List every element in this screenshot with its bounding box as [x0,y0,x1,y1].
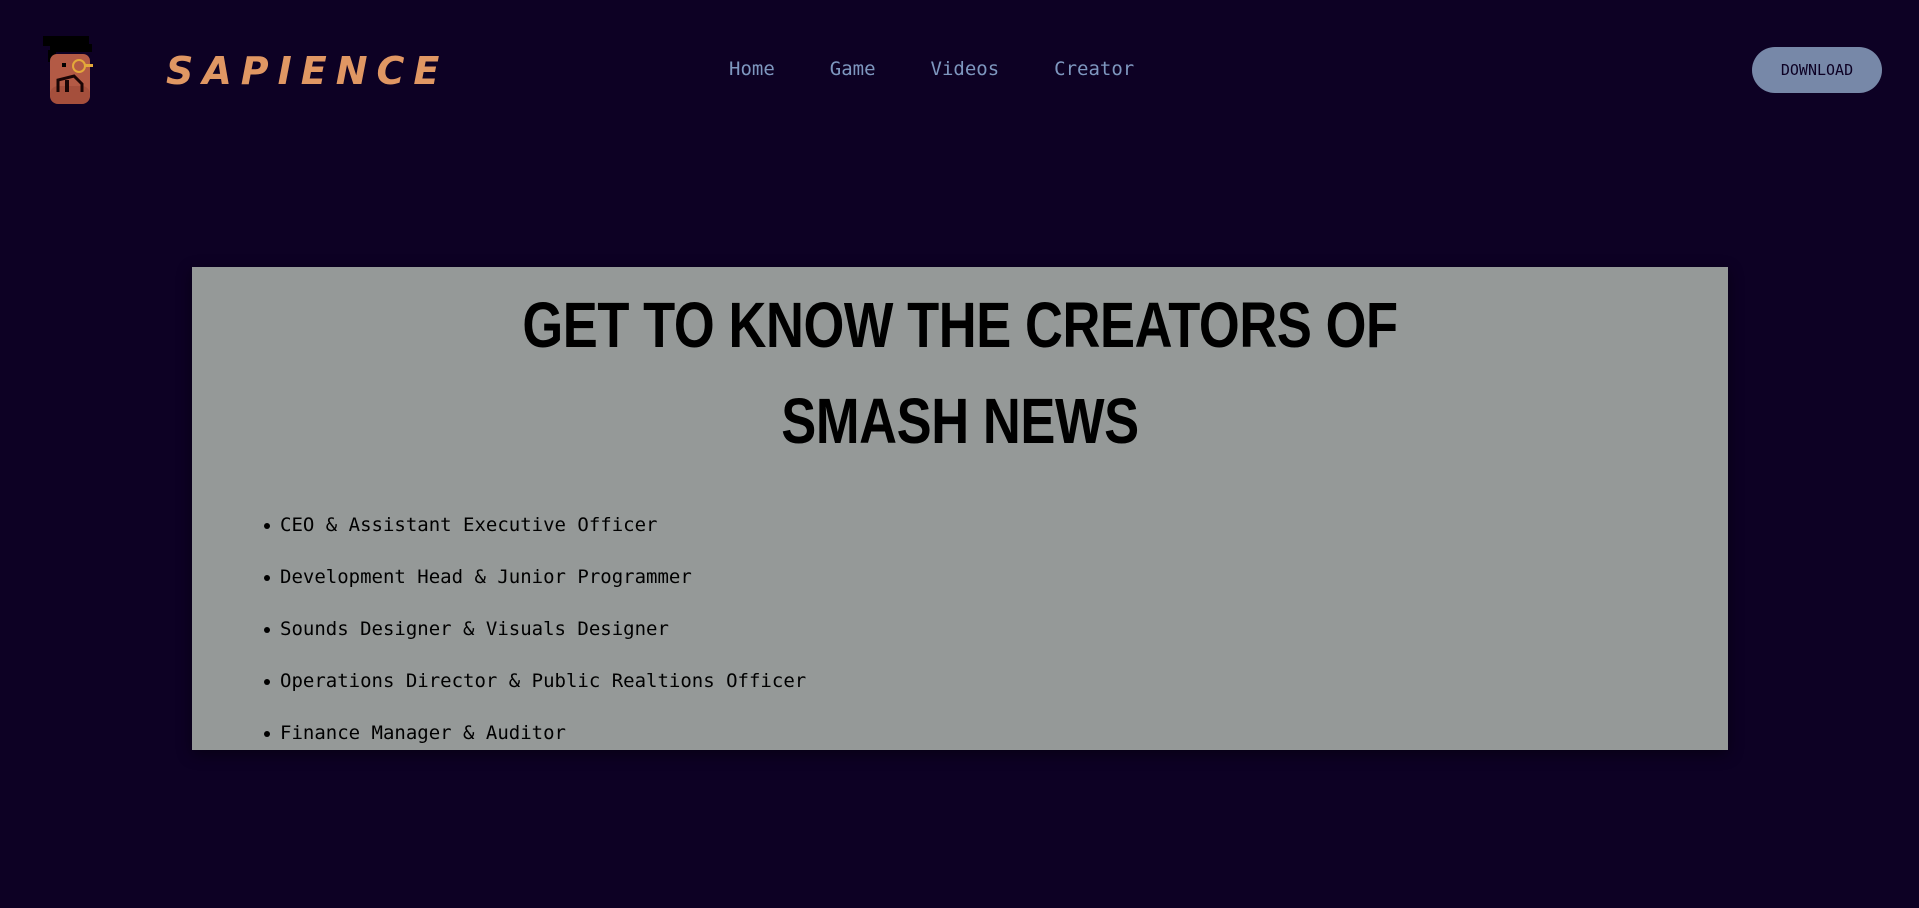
page-title-line-2: SMASH NEWS [781,385,1139,457]
list-item: Operations Director & Public Realtions O… [262,655,806,707]
logo[interactable]: SAPIENCE [40,36,448,106]
creators-card: GET TO KNOW THE CREATORS OF SMASH NEWS C… [192,267,1728,750]
nav-link-creator[interactable]: Creator [1054,58,1134,80]
page-title: GET TO KNOW THE CREATORS OF SMASH NEWS [330,277,1590,469]
main-nav: Home Game Videos Creator [729,58,1189,80]
list-item: Finance Manager & Auditor [262,707,806,759]
brand-name: SAPIENCE [166,49,449,93]
page-title-line-1: GET TO KNOW THE CREATORS OF [522,289,1398,361]
download-button[interactable]: DOWNLOAD [1752,47,1882,93]
nav-link-game[interactable]: Game [830,58,876,80]
navbar: SAPIENCE Home Game Videos Creator DOWNLO… [0,0,1919,144]
list-item: Sounds Designer & Visuals Designer [262,603,806,655]
nav-link-videos[interactable]: Videos [931,58,1000,80]
nav-link-home[interactable]: Home [729,58,775,80]
pixel-character-icon [43,36,93,104]
roles-list: CEO & Assistant Executive Officer Develo… [262,499,806,759]
list-item: CEO & Assistant Executive Officer [262,499,806,551]
list-item: Development Head & Junior Programmer [262,551,806,603]
